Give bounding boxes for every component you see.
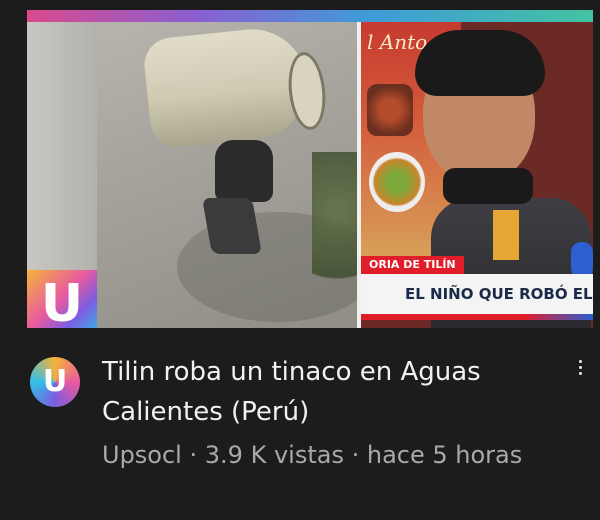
more-vertical-icon [578,359,582,363]
lower-third-tag: ORIA DE TILÍN [361,256,464,274]
channel-avatar[interactable]: U [30,357,80,407]
meta-separator: · [189,441,198,469]
video-thumbnail[interactable]: U l Anto ORIA DE TILÍN EL NIÑO QUE ROBÓ … [27,10,593,328]
avatar-letter: U [42,364,68,399]
person-image [215,140,273,202]
lower-third-headline: EL NIÑO QUE ROBÓ EL [361,274,593,314]
lower-third-bar [361,314,593,320]
video-meta: Upsocl · 3.9 K vistas · hace 5 horas [102,438,532,472]
video-title[interactable]: Tilin roba un tinaco en Aguas Calientes … [102,352,532,432]
thumbnail-scene-left: U [27,22,377,328]
more-options-button[interactable] [570,352,590,382]
microphone-image [571,242,593,278]
view-count: 3.9 K vistas [204,441,344,469]
channel-name[interactable]: Upsocl [102,441,182,469]
upsocl-logo: U [27,270,97,328]
water-tank-image [141,23,313,151]
thumbnail-brand-bar [27,10,593,22]
meta-separator: · [351,441,360,469]
upload-age: hace 5 horas [366,441,523,469]
